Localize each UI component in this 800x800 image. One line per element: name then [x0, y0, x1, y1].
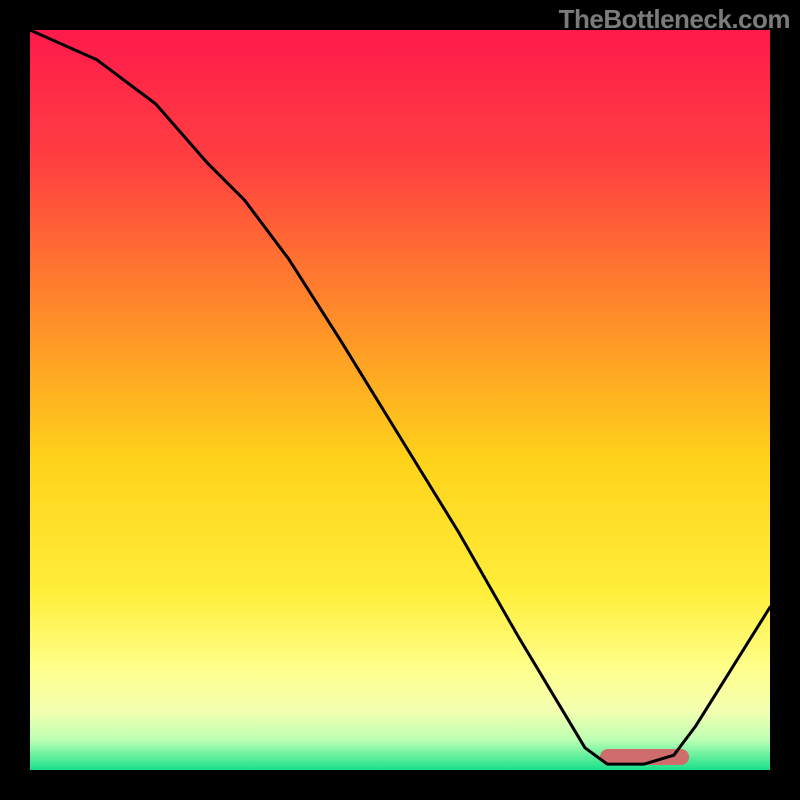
optimal-range-marker: [600, 749, 689, 765]
chart-frame: TheBottleneck.com: [0, 0, 800, 800]
background-gradient: [30, 30, 770, 770]
plot-area: [30, 30, 770, 770]
watermark-text: TheBottleneck.com: [559, 4, 790, 35]
